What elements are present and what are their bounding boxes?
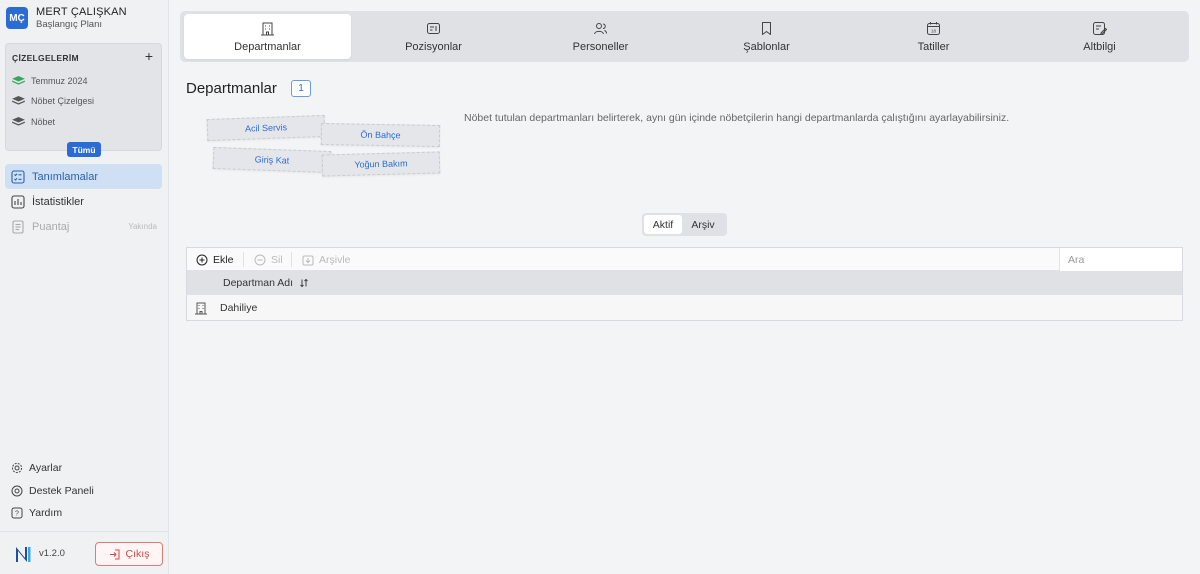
help-icon: ? bbox=[11, 507, 23, 519]
toolbar-divider bbox=[243, 252, 244, 267]
departments-table: Ekle Sil Arşivle Ara Departman Adı Dahil… bbox=[186, 247, 1183, 321]
calendar-icon: 18 bbox=[927, 21, 940, 35]
help-label: Yardım bbox=[29, 507, 63, 519]
tab-label: Pozisyonlar bbox=[405, 40, 462, 53]
delete-button[interactable]: Sil bbox=[254, 248, 283, 271]
toggle-active-option[interactable]: Aktif bbox=[644, 215, 682, 234]
definition-tabs: Departmanlar Pozisyonlar Personeller Şab… bbox=[180, 11, 1189, 62]
nav-item-definitions[interactable]: Tanımlamalar bbox=[5, 164, 162, 189]
nav-item-timesheet: Puantaj Yakında bbox=[5, 214, 162, 239]
department-name-cell: Dahiliye bbox=[220, 301, 258, 314]
active-archive-toggle: Aktif Arşiv bbox=[642, 213, 727, 236]
illustration-card: Ön Bahçe bbox=[320, 122, 441, 148]
tab-label: Şablonlar bbox=[743, 40, 790, 53]
add-circle-icon bbox=[196, 254, 208, 265]
layers-icon bbox=[12, 76, 25, 85]
checklist-icon bbox=[11, 169, 25, 184]
search-input[interactable]: Ara bbox=[1059, 248, 1182, 271]
logout-icon bbox=[109, 549, 120, 559]
user-plan: Başlangıç Planı bbox=[36, 19, 103, 30]
sort-icon[interactable] bbox=[299, 278, 309, 288]
illustration-card: Giriş Kat bbox=[212, 146, 332, 174]
settings-link[interactable]: Ayarlar bbox=[11, 462, 62, 474]
toggle-archive-option[interactable]: Arşiv bbox=[684, 215, 722, 234]
schedules-heading: ÇİZELGELERİM bbox=[12, 53, 79, 63]
tab-label: Altbilgi bbox=[1083, 40, 1116, 53]
id-card-icon bbox=[427, 22, 440, 34]
delete-label: Sil bbox=[271, 253, 283, 266]
app-logo bbox=[16, 547, 31, 562]
tab-label: Personeller bbox=[572, 40, 629, 53]
schedules-panel: ÇİZELGELERİM + Temmuz 2024 Nöbet Çizelge… bbox=[5, 43, 162, 151]
plus-icon[interactable]: + bbox=[145, 48, 153, 64]
tab-label: Tatiller bbox=[917, 40, 950, 53]
settings-label: Ayarlar bbox=[29, 462, 63, 474]
support-panel-link[interactable]: Destek Paneli bbox=[11, 485, 94, 497]
tab-templates[interactable]: Şablonlar bbox=[683, 14, 850, 59]
tab-departments[interactable]: Departmanlar bbox=[184, 14, 351, 59]
bookmark-icon bbox=[762, 21, 771, 35]
tab-footer[interactable]: Altbilgi bbox=[1016, 14, 1183, 59]
schedule-item[interactable]: Temmuz 2024 bbox=[12, 76, 88, 86]
user-name: MERT ÇALIŞKAN bbox=[36, 6, 127, 18]
app-version: v1.2.0 bbox=[39, 548, 65, 559]
page-description: Nöbet tutulan departmanları belirterek, … bbox=[464, 112, 1010, 124]
layers-icon bbox=[12, 96, 25, 105]
nav-item-statistics[interactable]: İstatistikler bbox=[5, 189, 162, 214]
add-label: Ekle bbox=[213, 253, 234, 266]
illustration-card: Acil Servis bbox=[206, 114, 326, 142]
remove-circle-icon bbox=[254, 254, 266, 265]
archive-label: Arşivle bbox=[319, 253, 351, 266]
toolbar-divider bbox=[291, 252, 292, 267]
layers-icon bbox=[12, 117, 25, 126]
help-link[interactable]: ? Yardım bbox=[11, 507, 62, 519]
tab-holidays[interactable]: 18 Tatiller bbox=[850, 14, 1017, 59]
tab-label: Departmanlar bbox=[234, 40, 301, 53]
nav-item-label: Puantaj bbox=[32, 220, 70, 233]
nav-item-label: Tanımlamalar bbox=[32, 170, 99, 183]
user-profile[interactable]: MÇ MERT ÇALIŞKAN Başlangıç Planı bbox=[6, 6, 127, 30]
svg-text:18: 18 bbox=[931, 28, 937, 33]
gear-icon bbox=[11, 462, 23, 474]
page-title: Departmanlar bbox=[186, 80, 277, 97]
tab-staff[interactable]: Personeller bbox=[517, 14, 684, 59]
all-schedules-button[interactable]: Tümü bbox=[67, 142, 101, 157]
document-icon bbox=[12, 219, 24, 234]
schedule-item[interactable]: Nöbet Çizelgesi bbox=[12, 96, 94, 106]
illustration-card: Yoğun Bakım bbox=[321, 151, 441, 177]
logout-label: Çıkış bbox=[125, 548, 150, 560]
sidebar: MÇ MERT ÇALIŞKAN Başlangıç Planı ÇİZELGE… bbox=[0, 0, 169, 574]
tab-positions[interactable]: Pozisyonlar bbox=[350, 14, 517, 59]
column-header-department-name[interactable]: Departman Adı bbox=[223, 277, 293, 289]
building-icon bbox=[195, 302, 207, 314]
bar-chart-icon bbox=[11, 194, 25, 209]
nav-item-label: İstatistikler bbox=[32, 195, 84, 208]
svg-text:?: ? bbox=[15, 511, 19, 518]
support-icon bbox=[11, 485, 23, 497]
sidebar-divider bbox=[0, 531, 169, 532]
support-panel-label: Destek Paneli bbox=[29, 485, 94, 497]
table-toolbar: Ekle Sil Arşivle Ara bbox=[187, 248, 1182, 271]
coming-soon-badge: Yakında bbox=[128, 222, 157, 231]
archive-button[interactable]: Arşivle bbox=[302, 248, 351, 271]
schedule-item[interactable]: Nöbet bbox=[12, 117, 55, 127]
edit-note-icon bbox=[1093, 21, 1107, 35]
schedule-item-label: Temmuz 2024 bbox=[31, 76, 88, 86]
logout-button[interactable]: Çıkış bbox=[95, 542, 163, 566]
building-icon bbox=[261, 22, 274, 35]
department-count-badge: 1 bbox=[291, 80, 311, 97]
table-header: Departman Adı bbox=[187, 271, 1182, 295]
schedule-item-label: Nöbet bbox=[31, 117, 56, 127]
schedule-item-label: Nöbet Çizelgesi bbox=[31, 96, 95, 106]
table-row[interactable]: Dahiliye bbox=[187, 295, 1182, 320]
archive-icon bbox=[302, 255, 314, 265]
users-icon bbox=[594, 22, 607, 34]
avatar: MÇ bbox=[6, 7, 28, 29]
add-button[interactable]: Ekle bbox=[196, 248, 233, 271]
